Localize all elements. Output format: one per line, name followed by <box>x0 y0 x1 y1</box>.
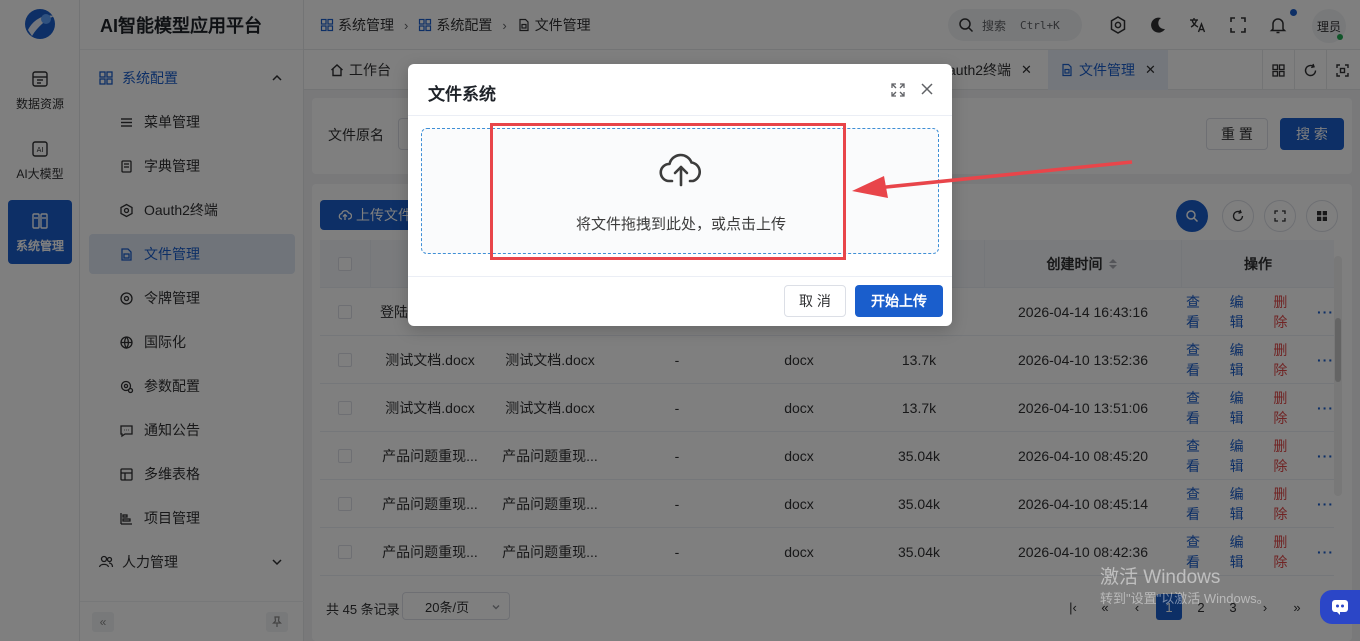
assistant-bot-button[interactable] <box>1320 590 1360 624</box>
start-upload-button[interactable]: 开始上传 <box>855 285 943 317</box>
cancel-button[interactable]: 取 消 <box>784 285 846 317</box>
annotation-highlight-box <box>490 123 846 260</box>
chat-bot-icon <box>1332 600 1348 615</box>
close-icon[interactable] <box>920 82 934 96</box>
maximize-icon[interactable] <box>890 82 906 98</box>
annotation-arrow-icon <box>852 160 1133 198</box>
dialog-divider <box>408 276 952 277</box>
windows-watermark-subtitle: 转到"设置"以激活 Windows。 <box>1100 591 1270 606</box>
dialog-divider <box>408 115 952 116</box>
dialog-title: 文件系统 <box>428 85 496 104</box>
windows-watermark-title: 激活 Windows <box>1100 567 1221 588</box>
